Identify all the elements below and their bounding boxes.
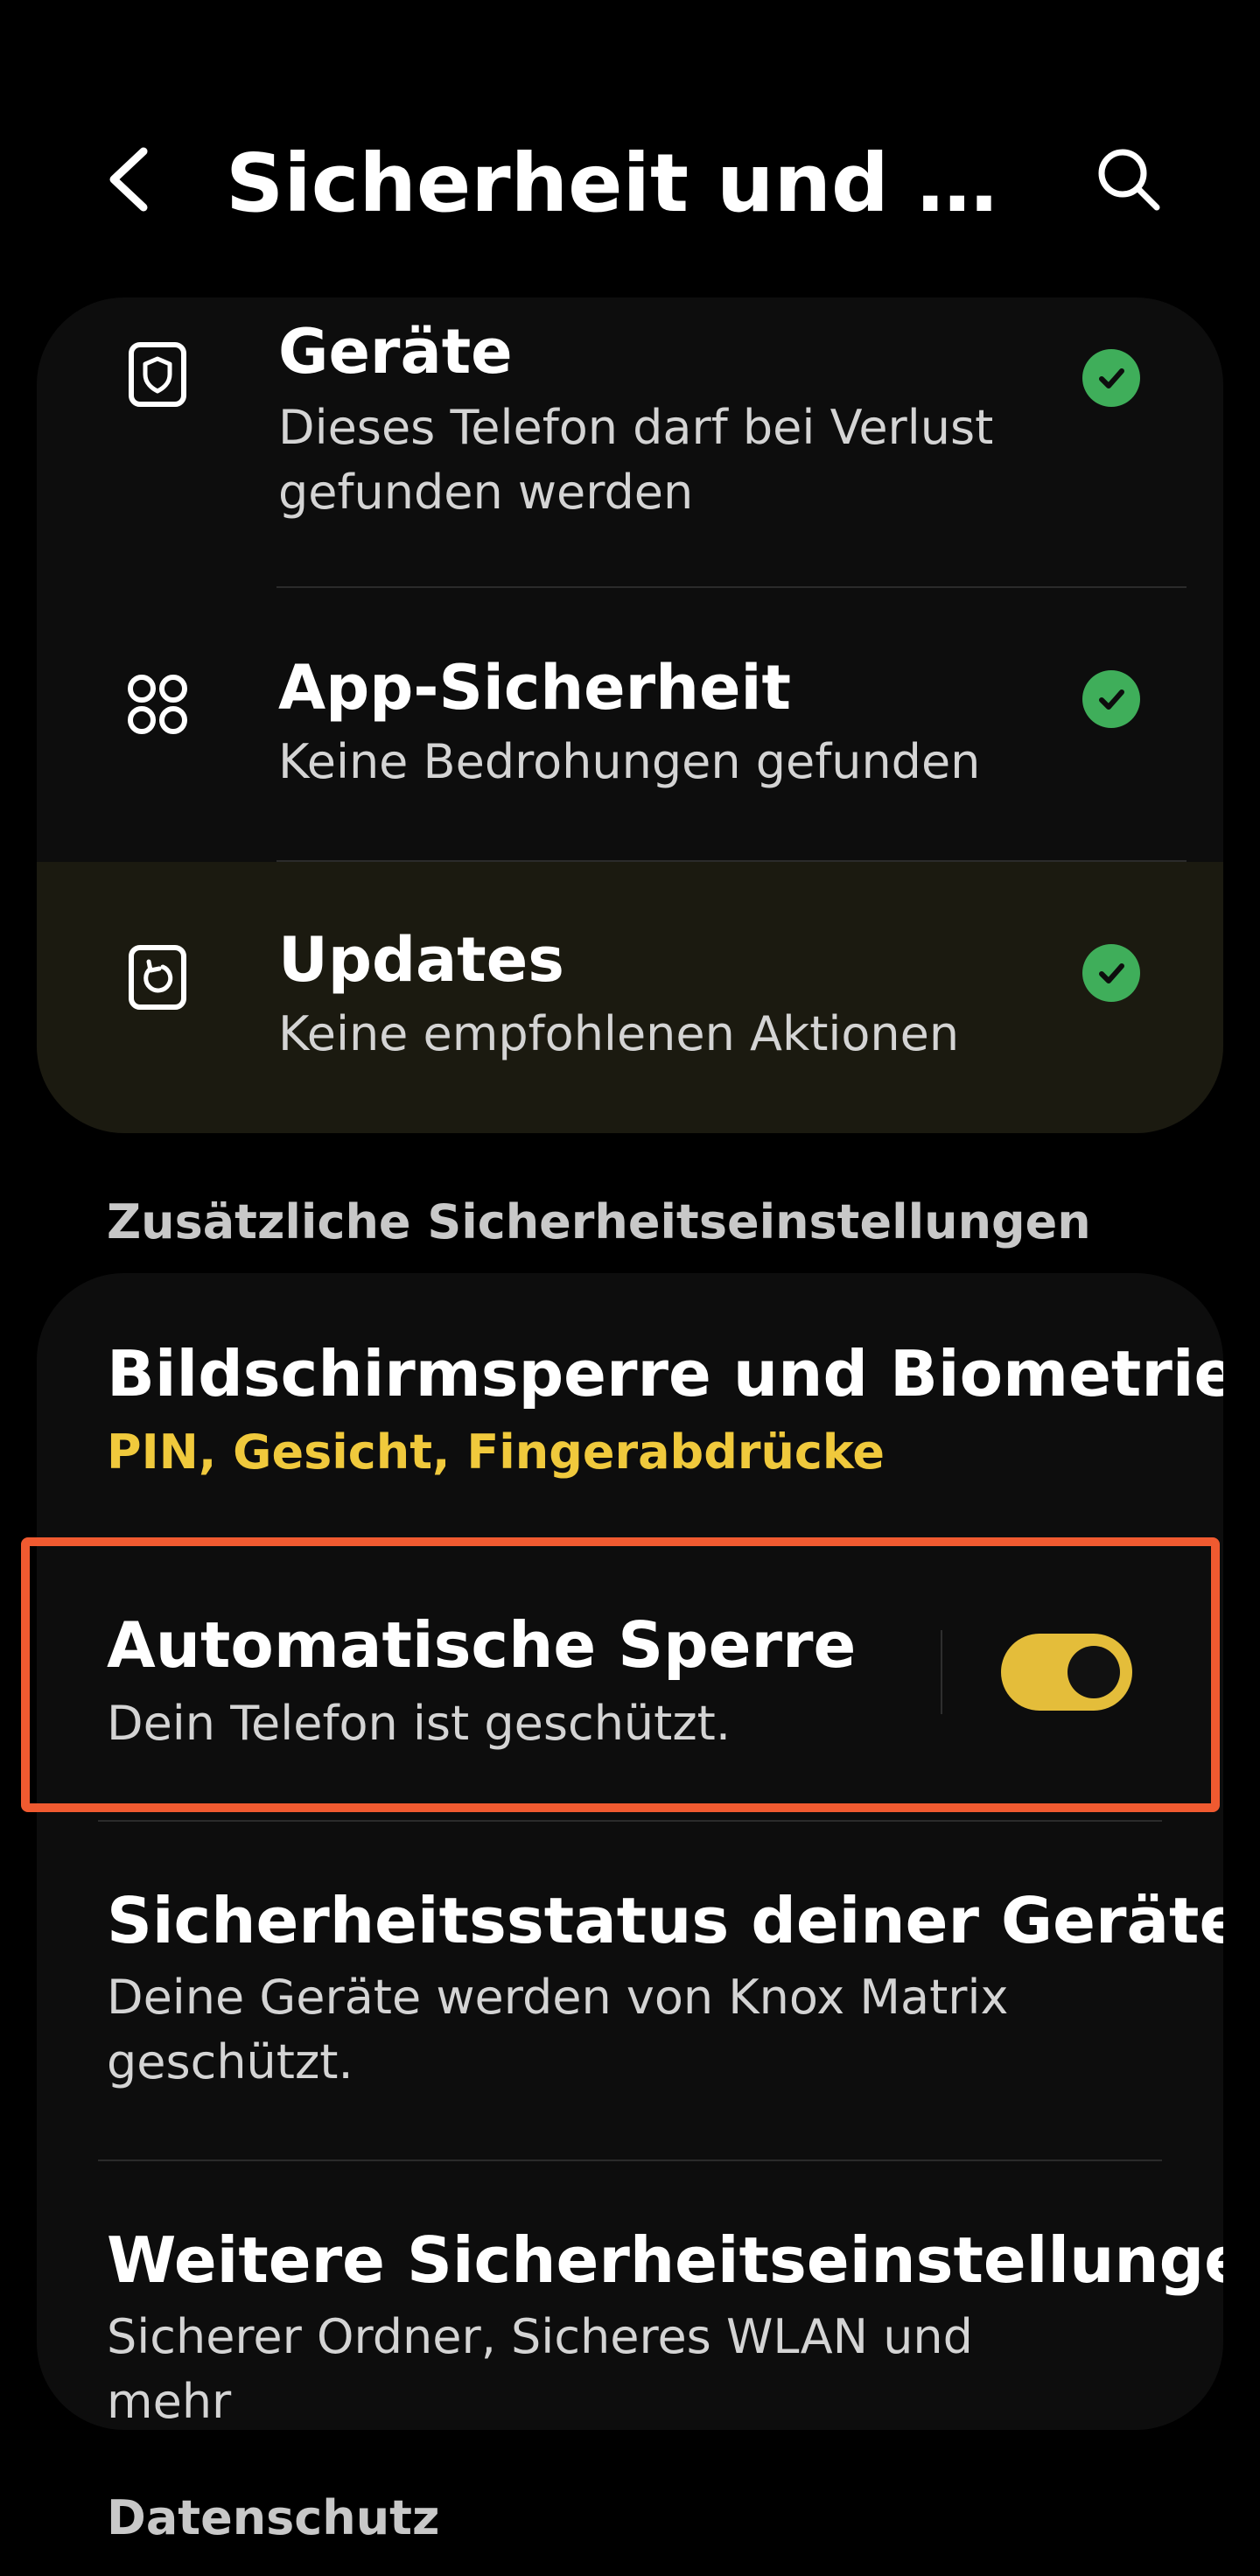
- setting-subtitle: Sicherer Ordner, Sicheres WLAN und mehr: [107, 2309, 973, 2429]
- section-header-privacy: Datenschutz: [107, 2490, 440, 2545]
- page-title: Sicherheit und Date...: [226, 136, 1048, 230]
- auto-lock-toggle[interactable]: [1001, 1634, 1132, 1711]
- setting-title: Bildschirmsperre und Biometrie: [107, 1337, 1223, 1410]
- status-item-app-security[interactable]: App-Sicherheit Keine Bedrohungen gefunde…: [37, 588, 1223, 859]
- status-item-subtitle: Keine empfohlenen Aktionen: [278, 1006, 960, 1061]
- check-circle-icon: [1082, 349, 1140, 407]
- status-item-title: Geräte: [278, 316, 513, 388]
- status-item-subtitle: Dieses Telefon darf bei Verlust gefunden…: [278, 400, 994, 520]
- setting-title: Automatische Sperre: [107, 1608, 857, 1682]
- setting-device-security-status[interactable]: Sicherheitsstatus deiner Geräte Deine Ge…: [37, 1822, 1223, 2160]
- additional-settings-card: Bildschirmsperre und Biometrie PIN, Gesi…: [37, 1273, 1223, 2430]
- setting-title: Sicherheitsstatus deiner Geräte: [107, 1884, 1223, 1957]
- search-icon: [1098, 149, 1160, 211]
- device-shield-icon: [124, 341, 191, 408]
- back-button[interactable]: [94, 131, 164, 228]
- setting-subtitle: PIN, Gesicht, Fingerabdrücke: [107, 1424, 886, 1480]
- section-header: Zusätzliche Sicherheitseinstellungen: [107, 1194, 1091, 1250]
- top-app-bar: Sicherheit und Date...: [0, 0, 1260, 289]
- status-item-devices[interactable]: Geräte Dieses Telefon darf bei Verlust g…: [37, 298, 1223, 578]
- setting-subtitle: Dein Telefon ist geschützt.: [107, 1696, 731, 1751]
- status-item-title: App-Sicherheit: [278, 652, 791, 724]
- update-refresh-icon: [124, 944, 191, 1011]
- chevron-left-icon: [109, 147, 148, 212]
- setting-more-security[interactable]: Weitere Sicherheitseinstellungen Sichere…: [37, 2161, 1223, 2430]
- setting-auto-lock[interactable]: Automatische Sperre Dein Telefon ist ges…: [37, 1537, 1223, 1810]
- status-item-updates[interactable]: Updates Keine empfohlenen Aktionen: [37, 862, 1223, 1133]
- status-item-subtitle: Keine Bedrohungen gefunden: [278, 734, 981, 789]
- check-circle-icon: [1082, 670, 1140, 728]
- status-item-title: Updates: [278, 924, 564, 996]
- search-button[interactable]: [1085, 131, 1172, 228]
- setting-title: Weitere Sicherheitseinstellungen: [107, 2223, 1223, 2297]
- setting-screen-lock[interactable]: Bildschirmsperre und Biometrie PIN, Gesi…: [37, 1273, 1223, 1537]
- check-circle-icon: [1082, 944, 1140, 1002]
- setting-subtitle: Deine Geräte werden von Knox Matrix gesc…: [107, 1970, 1009, 2090]
- toggle-separator: [941, 1630, 942, 1714]
- apps-grid-icon: [124, 671, 191, 738]
- security-status-card: Geräte Dieses Telefon darf bei Verlust g…: [37, 298, 1223, 1133]
- toggle-knob: [1068, 1646, 1120, 1698]
